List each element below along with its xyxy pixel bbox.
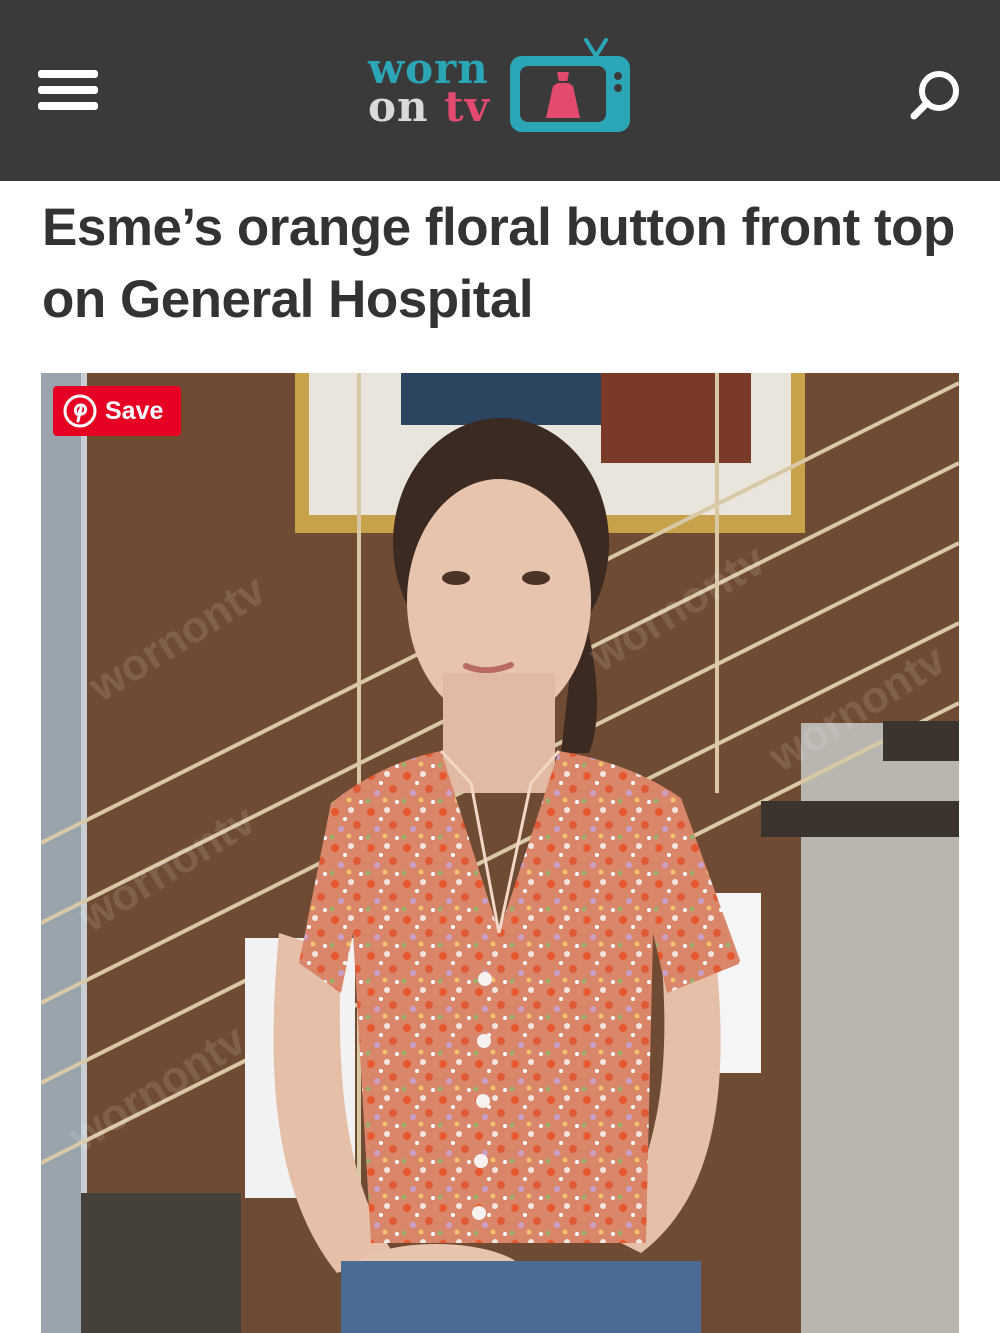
photo-illustration: wornontv wornontv wornontv wornontv worn…	[41, 373, 959, 1333]
search-icon[interactable]	[906, 64, 966, 124]
logo-word-on: on	[368, 82, 429, 131]
article-photo: wornontv wornontv wornontv wornontv worn…	[41, 373, 959, 1333]
logo-line-on-tv: on tv	[368, 86, 490, 128]
logo-wordmark: worn on tv	[368, 48, 490, 128]
save-label: Save	[105, 396, 164, 425]
site-header: worn on tv	[0, 0, 1000, 181]
logo-word-tv: tv	[444, 82, 490, 131]
article-title: Esme’s orange floral button front top on…	[42, 198, 955, 329]
site-logo[interactable]: worn on tv	[368, 36, 638, 140]
pinterest-icon	[63, 394, 97, 428]
tv-dress-icon	[510, 38, 630, 132]
pinterest-save-button[interactable]: Save	[53, 386, 181, 436]
hamburger-menu-icon[interactable]	[38, 70, 98, 114]
